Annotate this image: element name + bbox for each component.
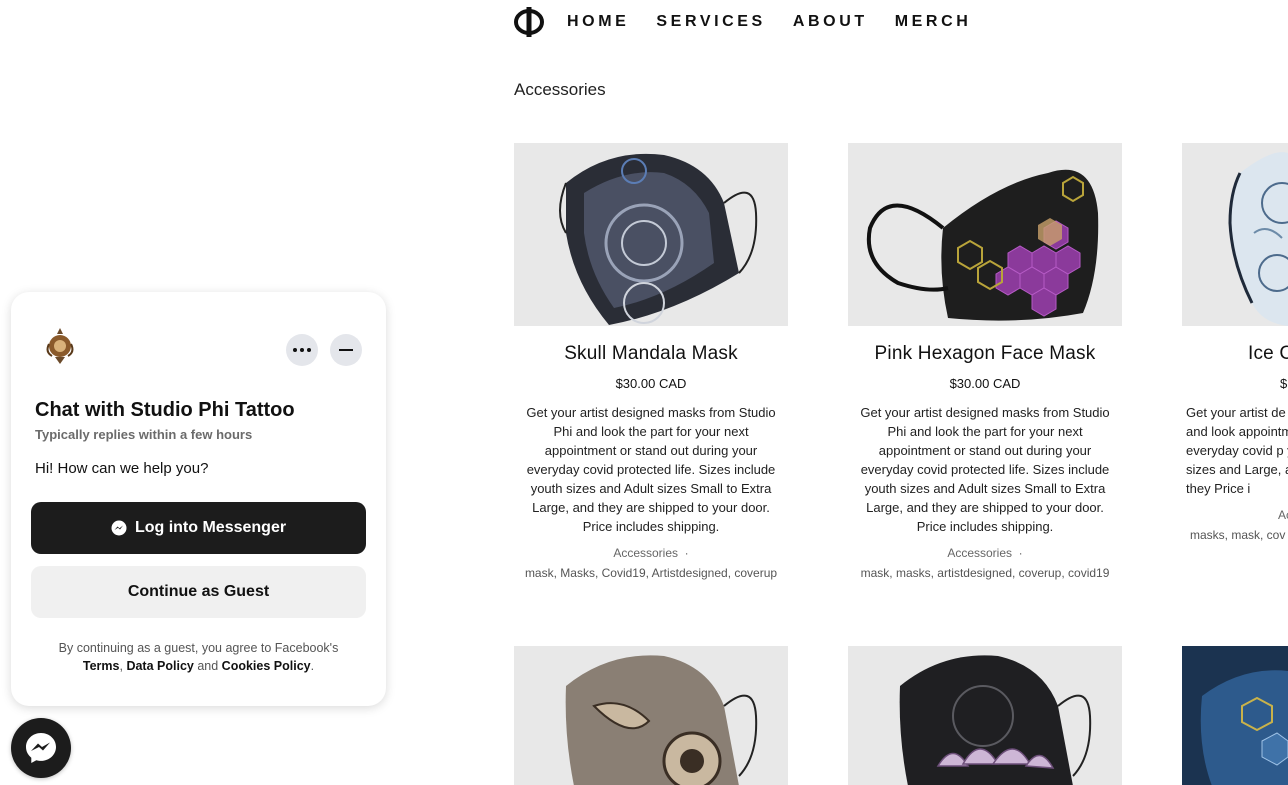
product-card[interactable]: Skull Mandala Mask $30.00 CAD Get your a… xyxy=(514,143,788,580)
log-into-messenger-label: Log into Messenger xyxy=(134,519,287,536)
product-price: $ xyxy=(1280,376,1288,391)
messenger-chat-widget: Chat with Studio Phi Tattoo Typically re… xyxy=(11,292,386,706)
product-category: Accessories · xyxy=(613,546,689,560)
product-tags[interactable]: mask, masks, artistdesigned, coverup, co… xyxy=(848,566,1122,580)
minimize-icon xyxy=(339,349,353,351)
product-name[interactable]: Ice C xyxy=(1248,343,1288,365)
minimize-button[interactable] xyxy=(330,334,362,366)
category-title: Accessories xyxy=(514,80,606,99)
continue-as-guest-button[interactable]: Continue as Guest xyxy=(31,566,366,618)
messenger-icon xyxy=(26,733,56,763)
nav-merch[interactable]: MERCH xyxy=(895,13,972,31)
legal-comma: , xyxy=(119,659,123,673)
product-description: Get your artist designed masks from Stud… xyxy=(526,405,776,534)
product-description: Get your artist de Phi and look appointm… xyxy=(1186,405,1288,496)
legal-prefix: By continuing as a guest, you agree to F… xyxy=(58,641,339,655)
chat-title: Chat with Studio Phi Tattoo xyxy=(35,399,295,421)
main-nav: HOME SERVICES ABOUT MERCH xyxy=(514,6,998,38)
nav-about[interactable]: ABOUT xyxy=(793,13,868,31)
terms-link[interactable]: Terms xyxy=(83,659,120,673)
studio-phi-logo-icon[interactable] xyxy=(514,6,544,38)
data-policy-link[interactable]: Data Policy xyxy=(126,659,193,673)
product-card[interactable] xyxy=(848,646,1122,785)
product-name[interactable]: Pink Hexagon Face Mask xyxy=(848,343,1122,365)
chat-greeting: Hi! How can we help you? xyxy=(35,460,209,477)
product-price: $30.00 CAD xyxy=(949,376,1021,391)
skull-mandala-mask-image[interactable] xyxy=(514,143,788,326)
product-price: $30.00 CAD xyxy=(615,376,687,391)
product-tags[interactable]: mask, Masks, Covid19, Artistdesigned, co… xyxy=(514,566,788,580)
category-link[interactable]: Accessories xyxy=(947,546,1012,560)
cookies-policy-link[interactable]: Cookies Policy xyxy=(222,659,311,673)
product-card[interactable] xyxy=(1182,646,1288,785)
product-tags[interactable]: masks, mask, cov xyxy=(1190,528,1288,542)
blue-hexagon-mask-image[interactable] xyxy=(1182,646,1288,785)
legal-and: and xyxy=(197,659,219,673)
product-category: Accessories · xyxy=(947,546,1023,560)
chat-response-time: Typically replies within a few hours xyxy=(35,427,253,442)
product-card[interactable]: Pink Hexagon Face Mask $30.00 CAD Get yo… xyxy=(848,143,1122,580)
nav-home[interactable]: HOME xyxy=(567,13,629,31)
product-card[interactable]: Ice C $ Get your artist de Phi and look … xyxy=(1182,143,1288,542)
messenger-launcher-button[interactable] xyxy=(11,718,71,778)
chat-legal-text: By continuing as a guest, you agree to F… xyxy=(31,639,366,675)
nav-services[interactable]: SERVICES xyxy=(656,13,765,31)
product-description: Get your artist designed masks from Stud… xyxy=(860,405,1110,534)
messenger-icon xyxy=(111,520,127,536)
ice-mask-image[interactable] xyxy=(1182,143,1288,326)
category-link[interactable]: Ac xyxy=(1278,508,1288,522)
continue-as-guest-label: Continue as Guest xyxy=(127,583,270,600)
log-into-messenger-button[interactable]: Log into Messenger xyxy=(31,502,366,554)
studio-avatar xyxy=(43,326,77,366)
product-card[interactable] xyxy=(514,646,788,785)
product-category: Ac xyxy=(1278,508,1288,522)
lotus-mask-image[interactable] xyxy=(848,646,1122,785)
more-dots-icon xyxy=(293,348,311,352)
category-link[interactable]: Accessories xyxy=(613,546,678,560)
product-name[interactable]: Skull Mandala Mask xyxy=(514,343,788,365)
floral-mask-image[interactable] xyxy=(514,646,788,785)
more-options-button[interactable] xyxy=(286,334,318,366)
legal-period: . xyxy=(310,659,315,673)
pink-hexagon-mask-image[interactable] xyxy=(848,143,1122,326)
